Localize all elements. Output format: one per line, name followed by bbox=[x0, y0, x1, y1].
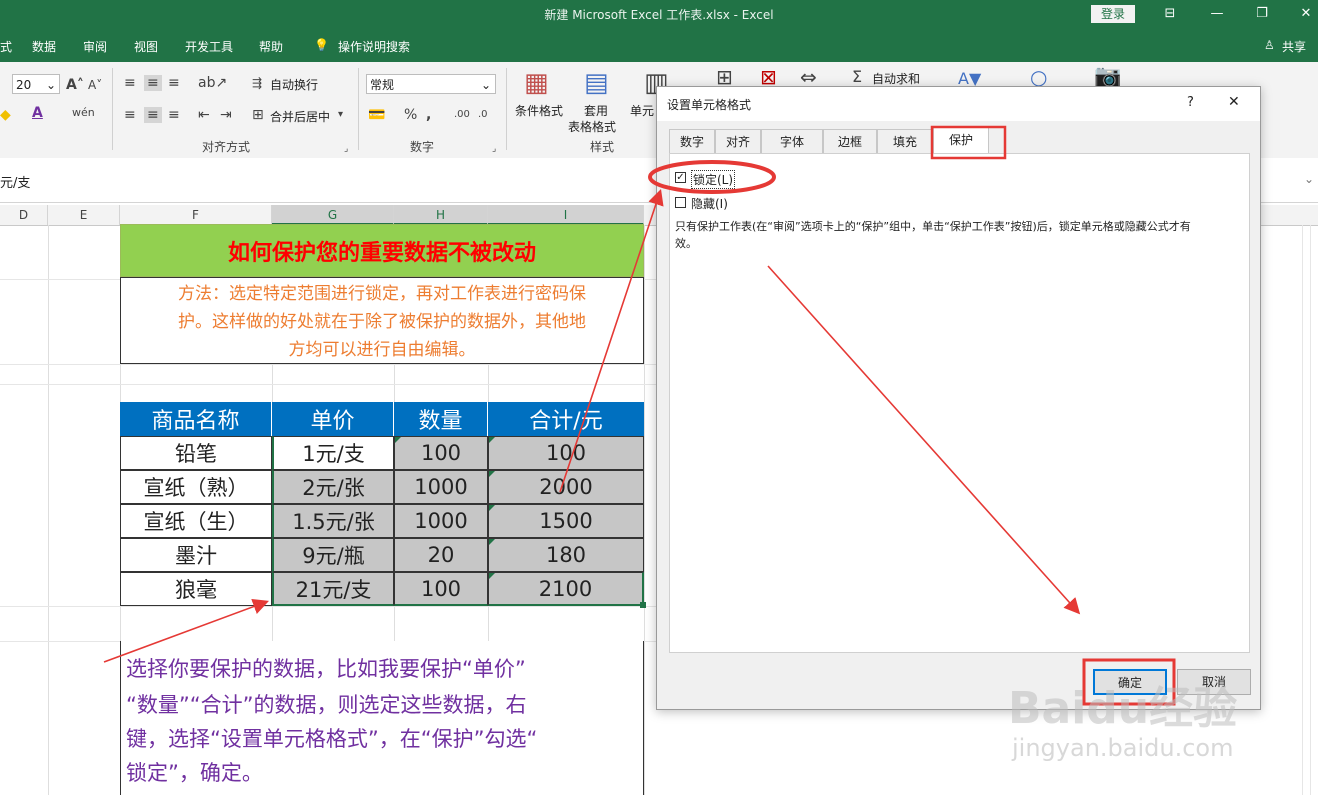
annotation-arrow bbox=[559, 188, 664, 493]
locked-checkbox-highlight bbox=[648, 160, 776, 194]
annotation-arrow bbox=[103, 598, 270, 663]
watermark-logo: Baidu经验 bbox=[1008, 683, 1238, 734]
annotation-arrow bbox=[767, 265, 1081, 615]
watermark-url: jingyan.baidu.com bbox=[1012, 734, 1234, 762]
protection-tab-highlight bbox=[930, 125, 1007, 160]
